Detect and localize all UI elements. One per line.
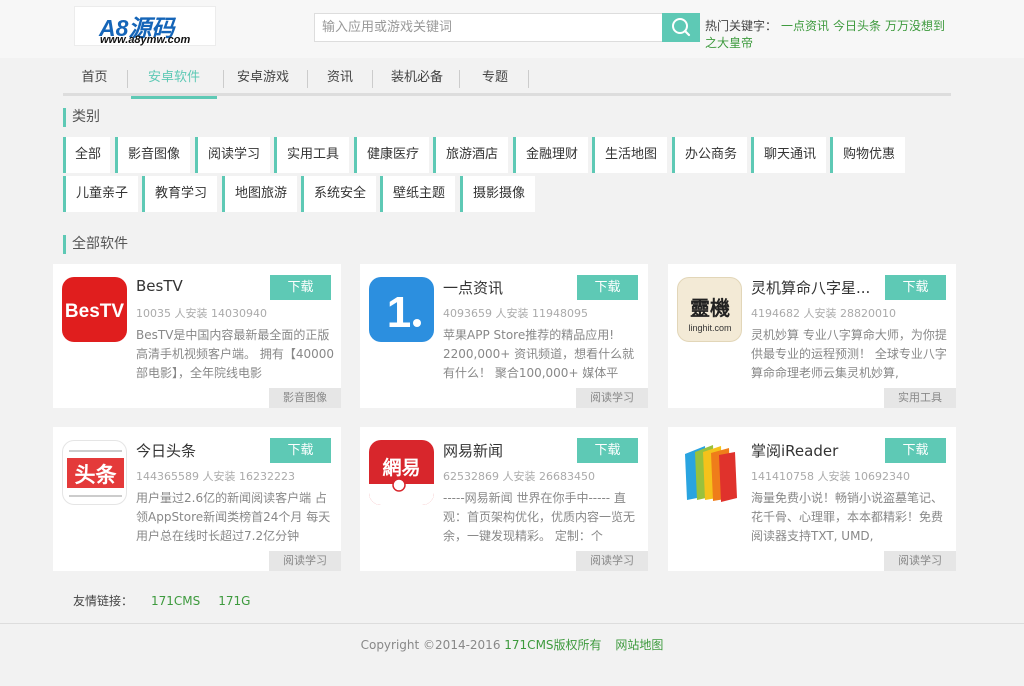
toutiao-icon-text: 头条 — [75, 463, 118, 487]
ireader-icon — [677, 440, 742, 505]
netease-icon-text: 網易 — [382, 456, 420, 479]
nav-topics[interactable]: 专题 — [463, 62, 527, 96]
app-description: BesTV是中国内容最新最全面的正版高清手机视频客户端。 拥有【40000部电影… — [136, 328, 334, 380]
copyright-brand: 171CMS版权所有 — [504, 638, 602, 652]
hot-keywords-label: 热门关键字： — [705, 19, 778, 33]
app-name[interactable]: 今日头条 — [136, 440, 256, 461]
nav-news[interactable]: 资讯 — [309, 62, 371, 96]
download-button[interactable]: 下载 — [885, 438, 946, 463]
category-tag[interactable]: 旅游酒店 — [433, 137, 508, 173]
app-card[interactable]: 掌阅iReader 下载 141410758 人安装 10692340 海量免费… — [668, 427, 956, 571]
lingji-icon-subtext: linghit.com — [688, 323, 731, 333]
logo-url: www.a8ymw.com — [100, 34, 191, 46]
app-name[interactable]: 掌阅iReader — [751, 440, 871, 461]
category-tag[interactable]: 金融理财 — [513, 137, 588, 173]
bestv-icon: BesTV — [62, 277, 127, 342]
category-tag[interactable]: 聊天通讯 — [751, 137, 826, 173]
app-name[interactable]: 网易新闻 — [443, 440, 563, 461]
app-category-badge[interactable]: 阅读学习 — [269, 551, 341, 571]
copyright-text: Copyright ©2014-2016 — [360, 638, 501, 652]
app-name[interactable]: 灵机算命八字星... — [751, 277, 871, 298]
download-button[interactable]: 下载 — [885, 275, 946, 300]
category-tag[interactable]: 办公商务 — [672, 137, 747, 173]
search-icon — [672, 18, 691, 37]
app-category-badge[interactable]: 实用工具 — [884, 388, 956, 408]
app-stats: 141410758 人安装 10692340 — [751, 470, 910, 483]
category-tag[interactable]: 生活地图 — [592, 137, 667, 173]
copyright: Copyright ©2014-2016 171CMS版权所有 网站地图 — [0, 636, 1024, 653]
hot-keyword-link[interactable]: 一点资讯 — [781, 19, 829, 33]
app-description: 苹果APP Store推荐的精品应用! 2200,000+ 资讯频道，想看什么就… — [443, 328, 635, 380]
app-category-badge[interactable]: 阅读学习 — [576, 551, 648, 571]
category-tag[interactable]: 购物优惠 — [830, 137, 905, 173]
app-category-badge[interactable]: 阅读学习 — [576, 388, 648, 408]
lingji-icon: 靈機 linghit.com — [677, 277, 742, 342]
all-software-title: 全部软件 — [63, 235, 128, 254]
category-tag[interactable]: 地图旅游 — [222, 176, 297, 212]
app-stats: 10035 人安装 14030940 — [136, 307, 267, 320]
yidian-icon: 1 — [369, 277, 434, 342]
category-tag[interactable]: 摄影摄像 — [460, 176, 535, 212]
app-category-badge[interactable]: 阅读学习 — [884, 551, 956, 571]
app-card[interactable]: 靈機 linghit.com 灵机算命八字星... 下载 4194682 人安装… — [668, 264, 956, 408]
app-card[interactable]: 头条 今日头条 下载 144365589 人安装 16232223 用户量过2.… — [53, 427, 341, 571]
category-tag[interactable]: 影音图像 — [115, 137, 190, 173]
app-description: 用户量过2.6亿的新闻阅读客户端 占领AppStore新闻类榜首24个月 每天用… — [136, 491, 331, 543]
app-stats: 4194682 人安装 28820010 — [751, 307, 896, 320]
category-tag[interactable]: 实用工具 — [274, 137, 349, 173]
category-tag[interactable]: 儿童亲子 — [63, 176, 138, 212]
app-category-badge[interactable]: 影音图像 — [269, 388, 341, 408]
site-logo[interactable]: A8源码 www.a8ymw.com — [74, 6, 216, 46]
category-tag[interactable]: 全部 — [63, 137, 110, 173]
app-description: -----网易新闻 世界在你手中----- 直观：首页架构优化，优质内容一览无余… — [443, 491, 636, 543]
app-name[interactable]: 一点资讯 — [443, 277, 563, 298]
hot-keyword-link[interactable]: 今日头条 — [833, 19, 881, 33]
search-bar — [314, 13, 700, 42]
friend-links-label: 友情链接： — [73, 594, 134, 608]
app-card[interactable]: 1 一点资讯 下载 4093659 人安装 11948095 苹果APP Sto… — [360, 264, 648, 408]
search-input[interactable] — [314, 13, 663, 42]
netease-news-icon: 網易 — [369, 440, 434, 505]
friend-link[interactable]: 171CMS — [151, 594, 200, 608]
download-button[interactable]: 下载 — [577, 438, 638, 463]
download-button[interactable]: 下载 — [270, 275, 331, 300]
toutiao-icon: 头条 — [62, 440, 127, 505]
app-description: 灵机妙算 专业八字算命大师，为你提供最专业的运程预测！ 全球专业八字算命命理老师… — [751, 328, 947, 380]
app-stats: 4093659 人安装 11948095 — [443, 307, 588, 320]
app-name[interactable]: BesTV — [136, 277, 256, 295]
site-header: A8源码 www.a8ymw.com 热门关键字：一点资讯今日头条万万没想到之大… — [0, 0, 1024, 58]
site-footer: Copyright ©2014-2016 171CMS版权所有 网站地图 — [0, 623, 1024, 686]
nav-android-apps[interactable]: 安卓软件 — [131, 62, 217, 99]
svg-text:1: 1 — [387, 288, 411, 337]
nav-android-games[interactable]: 安卓游戏 — [223, 62, 303, 96]
category-tag[interactable]: 阅读学习 — [195, 137, 270, 173]
hot-keywords: 热门关键字： 一点资讯 今日头条 万万没想到之大皇帝 — [705, 18, 955, 52]
app-stats: 144365589 人安装 16232223 — [136, 470, 295, 483]
category-tag[interactable]: 系统安全 — [301, 176, 376, 212]
main-nav: 首页 安卓软件 安卓游戏 资讯 装机必备 专题 — [63, 62, 951, 99]
download-button[interactable]: 下载 — [577, 275, 638, 300]
lingji-icon-text: 靈機 — [690, 296, 730, 320]
nav-home[interactable]: 首页 — [63, 62, 126, 96]
app-stats: 62532869 人安装 26683450 — [443, 470, 595, 483]
app-description: 海量免费小说！畅销小说盗墓笔记、花千骨、心理罪，本本都精彩！免费阅读器支持TXT… — [751, 491, 944, 543]
nav-essentials[interactable]: 装机必备 — [377, 62, 457, 96]
category-tag[interactable]: 壁纸主题 — [380, 176, 455, 212]
app-card[interactable]: BesTV BesTV 下载 10035 人安装 14030940 BesTV是… — [53, 264, 341, 408]
search-button[interactable] — [662, 13, 700, 42]
category-tag[interactable]: 健康医疗 — [354, 137, 429, 173]
svg-text:BesTV: BesTV — [65, 301, 124, 322]
friend-link[interactable]: 171G — [218, 594, 250, 608]
category-tag[interactable]: 教育学习 — [142, 176, 217, 212]
category-section-title: 类别 — [63, 108, 100, 127]
sitemap-link[interactable]: 网站地图 — [615, 638, 663, 652]
download-button[interactable]: 下载 — [270, 438, 331, 463]
friend-links: 友情链接： 171CMS 171G — [73, 592, 250, 609]
app-card[interactable]: 網易 网易新闻 下载 62532869 人安装 26683450 -----网易… — [360, 427, 648, 571]
